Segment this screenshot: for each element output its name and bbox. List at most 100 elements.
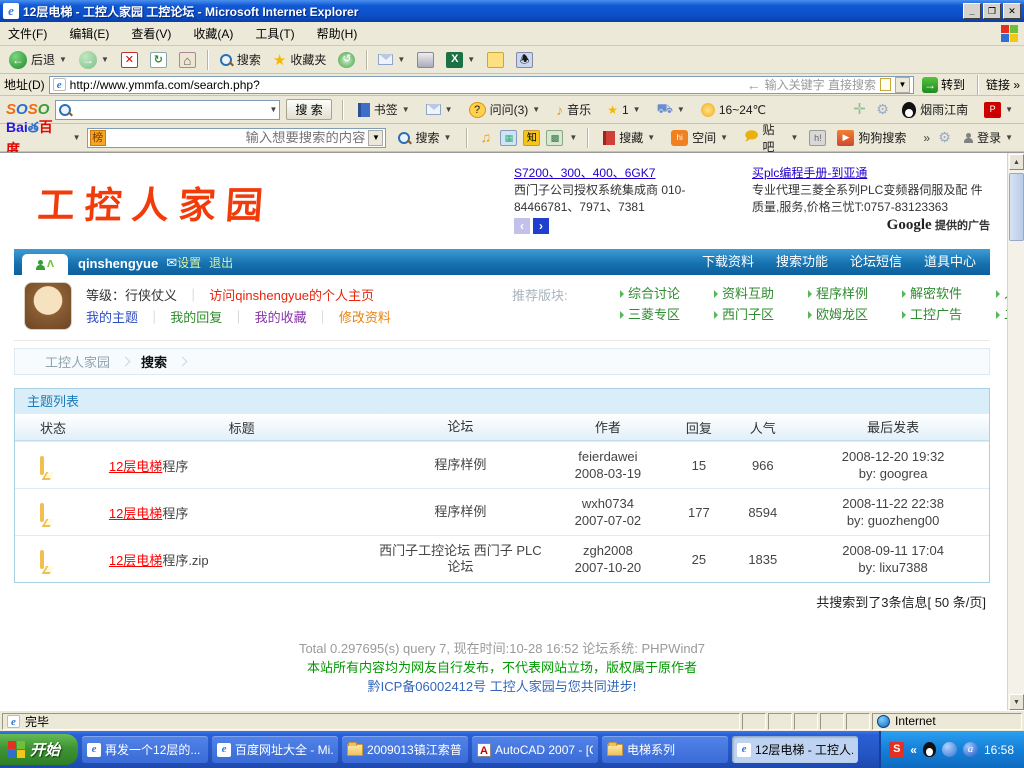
video-icon[interactable]: ▩ — [546, 130, 563, 146]
last-post-by[interactable]: by: googrea — [797, 465, 989, 482]
breadcrumb-home-link[interactable]: 工控人家园 — [45, 352, 110, 371]
forum-cell[interactable]: 西门子工控论坛 西门子 PLC论坛 — [374, 543, 546, 575]
soso-search-dropdown-icon[interactable]: ▼ — [269, 105, 277, 114]
soso-music-button[interactable]: ♪ 音乐 — [551, 99, 596, 120]
my-favorites-link[interactable]: 我的收藏 — [255, 310, 307, 325]
address-dropdown-icon[interactable]: ▼ — [895, 77, 910, 93]
mail-button[interactable]: ▼ — [373, 52, 410, 67]
hao-icon[interactable]: h! — [809, 130, 826, 146]
author-name[interactable]: zgh2008 — [546, 542, 669, 559]
soso-mail-button[interactable]: ▼ — [421, 102, 458, 117]
forward-dropdown-icon[interactable]: ▼ — [101, 55, 109, 64]
my-topics-link[interactable]: 我的主题 — [86, 310, 138, 325]
ad-right-title[interactable]: 买plc编程手册-到亚通 — [752, 165, 990, 182]
back-button[interactable]: ← 后退 ▼ — [4, 49, 72, 71]
baidu-space-button[interactable]: hi 空间 ▼ — [666, 127, 733, 148]
dropdown-icon[interactable]: ▼ — [445, 105, 453, 114]
start-button[interactable]: 开始 — [0, 734, 78, 765]
menu-tools[interactable]: 工具(T) — [255, 25, 294, 42]
dropdown-icon[interactable]: ▼ — [1005, 133, 1013, 142]
dropdown-icon[interactable]: ▼ — [1005, 105, 1013, 114]
soso-search-box[interactable]: ▼ — [55, 100, 280, 120]
taskbar-task[interactable]: A AutoCAD 2007 - [C:... — [472, 736, 598, 763]
menu-edit[interactable]: 编辑(E) — [69, 25, 109, 42]
section-link[interactable]: 程序样例 — [808, 283, 894, 304]
pdf-tool-button[interactable]: P ▼ — [979, 100, 1018, 120]
forum-sms-link[interactable]: 论坛短信 — [850, 251, 902, 270]
ad-next-icon[interactable]: › — [533, 218, 549, 234]
bang-icon[interactable]: 榜 — [90, 130, 106, 146]
dropdown-icon[interactable]: ▼ — [443, 133, 451, 142]
author-name[interactable]: wxh0734 — [546, 495, 669, 512]
taskbar-task[interactable]: e 百度网址大全 - Mi... — [212, 736, 338, 763]
refresh-button[interactable]: ↻ — [145, 50, 172, 70]
soso-search-input[interactable] — [75, 102, 266, 117]
search-function-link[interactable]: 搜索功能 — [776, 251, 828, 270]
minimize-button[interactable]: _ — [963, 3, 981, 19]
dropdown-icon[interactable]: ▼ — [633, 105, 641, 114]
taskbar-task[interactable]: e 再发一个12层的... — [82, 736, 208, 763]
props-center-link[interactable]: 道具中心 — [924, 251, 976, 270]
tray-expand-icon[interactable]: « — [910, 743, 917, 757]
topic-link[interactable]: 12层电梯 — [109, 553, 162, 568]
dropdown-icon[interactable]: ▼ — [647, 133, 655, 142]
download-link[interactable]: 下载资料 — [702, 251, 754, 270]
site-logo[interactable]: 工控人家园 — [36, 175, 275, 229]
tray-icon[interactable] — [942, 742, 957, 757]
mail-dropdown-icon[interactable]: ▼ — [397, 55, 405, 64]
forum-cell[interactable]: 程序样例 — [374, 457, 546, 473]
taskbar-task[interactable]: 2009013镇江索普 — [342, 736, 468, 763]
menu-favorites[interactable]: 收藏(A) — [193, 25, 233, 42]
topic-link[interactable]: 12层电梯 — [109, 459, 162, 474]
close-button[interactable]: ✕ — [1003, 3, 1021, 19]
section-link[interactable]: 综合讨论 — [620, 283, 706, 304]
zhidao-icon[interactable]: 知 — [523, 130, 540, 146]
baidu-logo-dropdown-icon[interactable]: ▼ — [73, 133, 81, 142]
visit-homepage-link[interactable]: 访问qinshengyue的个人主页 — [209, 288, 374, 303]
user-avatar[interactable] — [24, 282, 72, 330]
tray-icon[interactable]: a — [963, 742, 978, 757]
dropdown-icon[interactable]: ▼ — [569, 133, 577, 142]
baidu-search-input[interactable] — [109, 130, 366, 145]
ad-left-title[interactable]: S7200、300、400、6GK7 — [514, 165, 752, 182]
links-button[interactable]: 链接 » — [986, 76, 1020, 93]
dropdown-icon[interactable]: ▼ — [791, 133, 799, 142]
message-icon[interactable]: ✉ — [166, 255, 177, 271]
soso-qq-status[interactable]: 烟雨江南 — [897, 99, 973, 120]
my-replies-link[interactable]: 我的回复 — [170, 310, 222, 325]
scroll-up-icon[interactable]: ▲ — [1009, 154, 1024, 170]
address-input[interactable] — [70, 78, 743, 92]
last-post-by[interactable]: by: guozheng00 — [797, 512, 989, 529]
logout-link[interactable]: 退出 — [209, 254, 233, 271]
soso-search-button[interactable]: 搜 索 — [286, 99, 331, 120]
section-link[interactable]: 三菱专区 — [620, 304, 706, 325]
ad-left[interactable]: S7200、300、400、6GK7 西门子公司授权系统集成商 010- 844… — [514, 165, 752, 235]
messenger-button[interactable]: 🕭 — [511, 50, 538, 70]
baidu-tieba-button[interactable]: 🗩 贴吧 ▼ — [739, 119, 803, 157]
favorites-button[interactable]: ★ 收藏夹 — [268, 49, 331, 71]
section-link[interactable]: 西门子区 — [714, 304, 800, 325]
ad-prev-icon[interactable]: ‹ — [514, 218, 530, 234]
more-tools-icon[interactable]: » — [923, 131, 930, 145]
edit-excel-button[interactable]: X ▼ — [441, 50, 480, 70]
sogou-tray-icon[interactable]: S — [889, 742, 904, 757]
menu-file[interactable]: 文件(F) — [8, 25, 47, 42]
baidu-search-dropdown-icon[interactable]: ▼ — [368, 130, 383, 146]
menu-help[interactable]: 帮助(H) — [317, 25, 358, 42]
dropdown-icon[interactable]: ▼ — [720, 133, 728, 142]
section-link[interactable]: 欧姆龙区 — [808, 304, 894, 325]
qq-tray-icon[interactable] — [923, 742, 936, 757]
soso-alerts-button[interactable]: ★ 1 ▼ — [602, 101, 645, 119]
search-button[interactable]: 搜索 — [214, 49, 266, 70]
vertical-scrollbar[interactable]: ▲ ▼ — [1007, 153, 1024, 711]
baidu-search-button[interactable]: 搜索 ▼ — [392, 127, 456, 148]
baidu-favorites-button[interactable]: 搜藏 ▼ — [598, 127, 660, 148]
dropdown-icon[interactable]: ▼ — [402, 105, 410, 114]
back-dropdown-icon[interactable]: ▼ — [59, 55, 67, 64]
username[interactable]: qinshengyue — [78, 256, 158, 271]
last-post-by[interactable]: by: lixu7388 — [797, 559, 989, 576]
maximize-button[interactable]: ❐ — [983, 3, 1001, 19]
settings-gear-icon[interactable]: ⚙ — [936, 130, 953, 146]
forward-button[interactable]: → ▼ — [74, 49, 114, 71]
baidu-login-button[interactable]: 登录 ▼ — [959, 127, 1018, 148]
